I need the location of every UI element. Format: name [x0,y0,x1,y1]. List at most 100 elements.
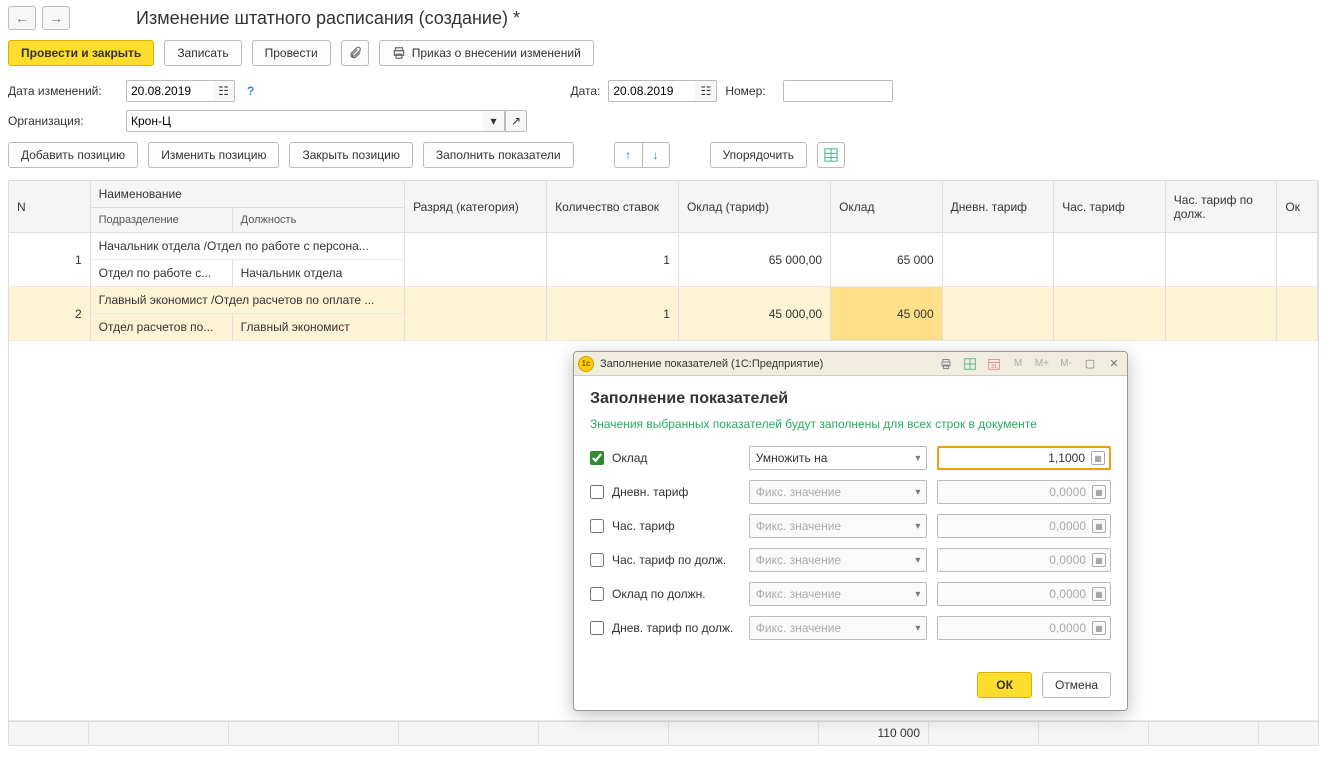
indicator-checkbox-hour-tariff-pos[interactable]: Час. тариф по долж. [590,553,739,567]
move-up-button[interactable]: ↑ [614,142,642,168]
close-button[interactable]: ✕ [1105,355,1123,373]
settings-button[interactable] [817,142,845,168]
change-date-label: Дата изменений: [8,84,118,98]
date-label: Дата: [560,84,600,98]
calendar-icon: ☷ [218,84,229,98]
mode-select[interactable]: Фикс. значение ▾ [749,480,928,504]
cell-salary[interactable]: 45 000 [831,287,943,341]
save-button[interactable]: Записать [164,40,241,66]
mode-value: Фикс. значение [756,621,841,635]
post-and-close-button[interactable]: Провести и закрыть [8,40,154,66]
value-input[interactable]: 0,0000 ▦ [937,582,1111,606]
table-settings-icon [824,148,838,162]
checkbox-day-tariff-pos[interactable] [590,621,604,635]
indicator-label: Час. тариф по долж. [612,553,726,567]
ok-button[interactable]: ОК [977,672,1032,698]
memory-m-button[interactable]: M [1009,355,1027,373]
arrow-down-icon: ↓ [653,148,659,162]
value-input[interactable]: 0,0000 ▦ [937,480,1111,504]
print-order-button[interactable]: Приказ о внесении изменений [379,40,594,66]
dialog-description: Значения выбранных показателей будут зап… [590,416,1111,432]
date-picker-button[interactable]: ☷ [695,80,717,102]
table-icon[interactable] [961,355,979,373]
indicator-checkbox-salary[interactable]: Оклад [590,451,739,465]
mode-select[interactable]: Фикс. значение ▾ [749,514,928,538]
add-position-button[interactable]: Добавить позицию [8,142,138,168]
value-input[interactable]: 0,0000 ▦ [937,514,1111,538]
close-position-button[interactable]: Закрыть позицию [289,142,412,168]
attach-button[interactable] [341,40,369,66]
indicator-label: Дневн. тариф [612,485,688,499]
app-logo-icon: 1c [578,356,594,372]
dialog-window-title: Заполнение показателей (1С:Предприятие) [600,358,823,370]
nav-forward-button[interactable]: → [42,6,70,30]
mode-value: Умножить на [756,451,828,465]
col-hour-tariff-pos: Час. тариф по долж. [1165,181,1277,233]
org-label: Организация: [8,114,118,128]
cell-position: Главный экономист [232,314,404,341]
indicator-checkbox-day-tariff[interactable]: Дневн. тариф [590,485,739,499]
mode-select[interactable]: Фикс. значение ▾ [749,548,928,572]
minimize-button[interactable]: ▢ [1081,355,1099,373]
table-row[interactable]: 2 Главный экономист /Отдел расчетов по о… [9,287,1318,314]
col-day-tariff: Дневн. тариф [942,181,1054,233]
value-input[interactable]: 0,0000 ▦ [937,616,1111,640]
value-text: 0,0000 [1049,587,1086,601]
org-dropdown-button[interactable]: ▾ [483,110,505,132]
calculator-icon[interactable]: ▦ [1092,587,1106,601]
calculator-icon[interactable]: ▦ [1092,519,1106,533]
chevron-down-icon: ▾ [915,521,920,532]
page-title: Изменение штатного расписания (создание)… [136,8,520,29]
number-input[interactable] [783,80,893,102]
mode-select[interactable]: Фикс. значение ▾ [749,616,928,640]
print-icon[interactable] [937,355,955,373]
value-text: 0,0000 [1049,553,1086,567]
dialog-heading: Заполнение показателей [590,390,1111,408]
fill-indicators-dialog: 1c Заполнение показателей (1С:Предприяти… [573,351,1128,711]
checkbox-hour-tariff[interactable] [590,519,604,533]
date-input[interactable] [608,80,698,102]
cell-salary: 65 000 [831,233,943,287]
nav-back-button[interactable]: ← [8,6,36,30]
cell-salary-pos [1277,233,1318,287]
checkbox-day-tariff[interactable] [590,485,604,499]
edit-position-button[interactable]: Изменить позицию [148,142,279,168]
change-date-picker-button[interactable]: ☷ [213,80,235,102]
calculator-icon[interactable]: ▦ [1092,621,1106,635]
calculator-icon[interactable]: ▦ [1091,451,1105,465]
memory-mplus-button[interactable]: M+ [1033,355,1051,373]
change-date-input[interactable] [126,80,216,102]
calculator-icon[interactable]: ▦ [1092,485,1106,499]
indicator-checkbox-hour-tariff[interactable]: Час. тариф [590,519,739,533]
cancel-button[interactable]: Отмена [1042,672,1111,698]
org-input[interactable] [126,110,486,132]
paperclip-icon [348,46,362,60]
value-input[interactable]: 1,1000 ▦ [937,446,1111,470]
cell-rank [405,233,547,287]
checkbox-hour-tariff-pos[interactable] [590,553,604,567]
mode-value: Фикс. значение [756,485,841,499]
indicator-checkbox-day-tariff-pos[interactable]: Днев. тариф по долж. [590,621,739,635]
value-text: 0,0000 [1049,621,1086,635]
cell-n: 2 [9,287,90,341]
calendar-icon[interactable]: 31 [985,355,1003,373]
table-row[interactable]: 1 Начальник отдела /Отдел по работе с пе… [9,233,1318,260]
mode-select[interactable]: Умножить на ▾ [749,446,928,470]
value-input[interactable]: 0,0000 ▦ [937,548,1111,572]
fill-indicators-button[interactable]: Заполнить показатели [423,142,574,168]
checkbox-salary[interactable] [590,451,604,465]
indicator-checkbox-salary-pos[interactable]: Оклад по должн. [590,587,739,601]
org-open-button[interactable]: ↗ [505,110,527,132]
mode-select[interactable]: Фикс. значение ▾ [749,582,928,606]
col-n: N [9,181,90,233]
checkbox-salary-pos[interactable] [590,587,604,601]
post-button[interactable]: Провести [252,40,331,66]
col-hour-tariff: Час. тариф [1054,181,1166,233]
memory-mminus-button[interactable]: M- [1057,355,1075,373]
chevron-down-icon: ▾ [915,623,920,634]
indicator-label: Оклад [612,451,647,465]
order-button[interactable]: Упорядочить [710,142,807,168]
help-link[interactable]: ? [247,84,254,98]
calculator-icon[interactable]: ▦ [1092,553,1106,567]
move-down-button[interactable]: ↓ [642,142,670,168]
